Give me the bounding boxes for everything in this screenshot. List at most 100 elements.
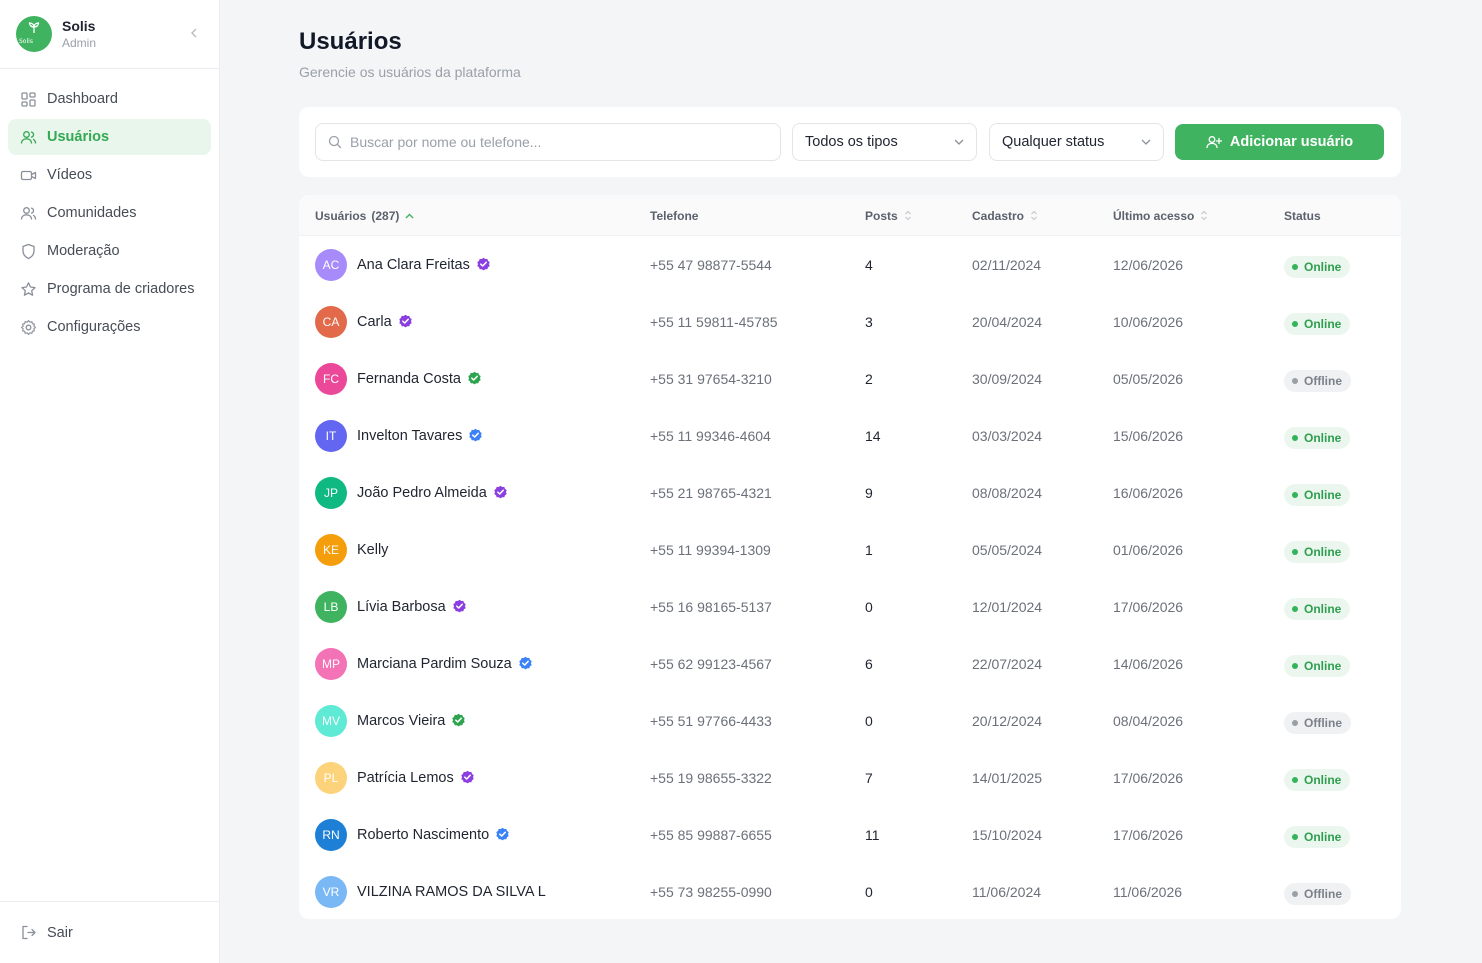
table-row[interactable]: AC Ana Clara Freitas +55 47 98877-5544 4… xyxy=(299,236,1401,293)
status-filter-select[interactable]: Qualquer status xyxy=(989,123,1164,161)
last-access-cell: 08/04/2026 xyxy=(1113,712,1184,729)
status-cell: Offline xyxy=(1284,694,1351,751)
logout-button[interactable]: Sair xyxy=(0,901,219,963)
table-row[interactable]: JP João Pedro Almeida +55 21 98765-4321 … xyxy=(299,464,1401,521)
status-badge: Online xyxy=(1284,597,1351,620)
type-filter-select[interactable]: Todos os tipos xyxy=(792,123,977,161)
status-dot xyxy=(1292,662,1298,669)
add-user-label: Adicionar usuário xyxy=(1229,134,1354,150)
status-badge: Offline xyxy=(1284,882,1351,905)
sidebar-item-label: Programa de criadores xyxy=(47,281,195,297)
sidebar-item-label: Moderação xyxy=(47,243,120,259)
dashboard-icon xyxy=(20,91,37,108)
sidebar-item-label: Vídeos xyxy=(47,167,93,183)
avatar: AC xyxy=(315,248,347,281)
sidebar-item-users[interactable]: Usuários xyxy=(8,119,211,155)
avatar-initials: AC xyxy=(322,257,340,272)
table-row[interactable]: PL Patrícia Lemos +55 19 98655-3322 7 14… xyxy=(299,749,1401,806)
shield-icon xyxy=(20,243,37,260)
status-label: Online xyxy=(1304,772,1342,787)
table-row[interactable]: CA Carla +55 11 59811-45785 3 20/04/2024… xyxy=(299,293,1401,350)
header-signup-label: Cadastro xyxy=(972,208,1025,223)
sidebar-item-communities[interactable]: Comunidades xyxy=(8,195,211,231)
status-label: Online xyxy=(1304,430,1342,445)
table-row[interactable]: FC Fernanda Costa +55 31 97654-3210 2 30… xyxy=(299,350,1401,407)
table-row[interactable]: RN Roberto Nascimento +55 85 99887-6655 … xyxy=(299,806,1401,863)
avatar-initials: MP xyxy=(322,656,340,671)
avatar-initials: MV xyxy=(322,713,340,728)
header-phone-label: Telefone xyxy=(650,208,699,223)
user-cell: VR VILZINA RAMOS DA SILVA L xyxy=(315,863,546,919)
avatar-initials: FC xyxy=(323,371,339,386)
header-posts[interactable]: Posts xyxy=(865,195,912,236)
user-cell: IT Invelton Tavares xyxy=(315,407,483,464)
status-badge: Offline xyxy=(1284,369,1351,392)
verified-badge-icon xyxy=(460,770,475,785)
phone-cell: +55 11 99346-4604 xyxy=(650,427,771,444)
header-last-access[interactable]: Último acesso xyxy=(1113,195,1208,236)
avatar: MP xyxy=(315,647,347,680)
table-row[interactable]: KE Kelly +55 11 99394-1309 1 05/05/2024 … xyxy=(299,521,1401,578)
header-users[interactable]: Usuários (287) xyxy=(315,195,414,236)
status-badge: Online xyxy=(1284,312,1351,335)
user-name: Lívia Barbosa xyxy=(357,598,446,615)
phone-cell: +55 62 99123-4567 xyxy=(650,655,772,672)
user-plus-icon xyxy=(1206,135,1222,149)
table-header: Usuários (287) Telefone Posts Cadastro Ú… xyxy=(299,195,1401,236)
last-access-cell: 11/06/2026 xyxy=(1113,883,1183,900)
status-label: Online xyxy=(1304,259,1342,274)
status-label: Online xyxy=(1304,601,1342,616)
phone-cell: +55 73 98255-0990 xyxy=(650,883,772,900)
status-label: Online xyxy=(1304,544,1342,559)
posts-cell: 14 xyxy=(865,427,881,444)
collapse-sidebar-button[interactable] xyxy=(187,26,201,40)
chevron-down-icon xyxy=(1141,139,1151,145)
header-status: Status xyxy=(1284,195,1321,236)
table-body: AC Ana Clara Freitas +55 47 98877-5544 4… xyxy=(299,236,1401,919)
user-name: Marciana Pardim Souza xyxy=(357,655,512,672)
user-name: Carla xyxy=(357,313,392,330)
sidebar-item-dashboard[interactable]: Dashboard xyxy=(8,81,211,117)
brand-logo-text: Solis xyxy=(19,38,33,45)
header-users-count: (287) xyxy=(371,208,400,223)
table-row[interactable]: VR VILZINA RAMOS DA SILVA L +55 73 98255… xyxy=(299,863,1401,919)
user-name: Fernanda Costa xyxy=(357,370,461,387)
header-signup[interactable]: Cadastro xyxy=(972,195,1038,236)
user-cell: KE Kelly xyxy=(315,521,388,578)
last-access-cell: 05/05/2026 xyxy=(1113,370,1184,387)
add-user-button[interactable]: Adicionar usuário xyxy=(1175,124,1384,160)
sidebar-item-star[interactable]: Programa de criadores xyxy=(8,271,211,307)
status-label: Online xyxy=(1304,658,1342,673)
brand-logo: Solis xyxy=(16,16,52,52)
verified-badge-icon xyxy=(467,371,482,386)
brand-name: Solis xyxy=(62,17,96,34)
last-access-cell: 17/06/2026 xyxy=(1113,598,1184,615)
sort-icon xyxy=(1030,210,1038,221)
users-table: Usuários (287) Telefone Posts Cadastro Ú… xyxy=(299,195,1401,919)
main-content: Usuários Gerencie os usuários da platafo… xyxy=(220,0,1482,963)
phone-cell: +55 31 97654-3210 xyxy=(650,370,772,387)
header-posts-label: Posts xyxy=(865,208,898,223)
posts-cell: 0 xyxy=(865,598,873,615)
verified-badge-icon xyxy=(476,257,491,272)
status-cell: Online xyxy=(1284,466,1351,523)
table-row[interactable]: IT Invelton Tavares +55 11 99346-4604 14… xyxy=(299,407,1401,464)
user-cell: RN Roberto Nascimento xyxy=(315,806,510,863)
last-access-cell: 10/06/2026 xyxy=(1113,313,1184,330)
table-row[interactable]: MV Marcos Vieira +55 51 97766-4433 0 20/… xyxy=(299,692,1401,749)
search-input[interactable] xyxy=(350,134,770,150)
sidebar-item-shield[interactable]: Moderação xyxy=(8,233,211,269)
verified-badge-icon xyxy=(451,713,466,728)
status-cell: Online xyxy=(1284,409,1351,466)
status-dot xyxy=(1292,833,1298,840)
sidebar-item-gear[interactable]: Configurações xyxy=(8,309,211,345)
phone-cell: +55 11 59811-45785 xyxy=(650,313,778,330)
last-access-cell: 12/06/2026 xyxy=(1113,256,1184,273)
sort-icon xyxy=(904,210,912,221)
sidebar-item-video[interactable]: Vídeos xyxy=(8,157,211,193)
table-row[interactable]: LB Lívia Barbosa +55 16 98165-5137 0 12/… xyxy=(299,578,1401,635)
table-row[interactable]: MP Marciana Pardim Souza +55 62 99123-45… xyxy=(299,635,1401,692)
avatar-initials: PL xyxy=(323,770,339,785)
avatar-initials: CA xyxy=(322,314,340,329)
verified-badge-icon xyxy=(495,827,510,842)
